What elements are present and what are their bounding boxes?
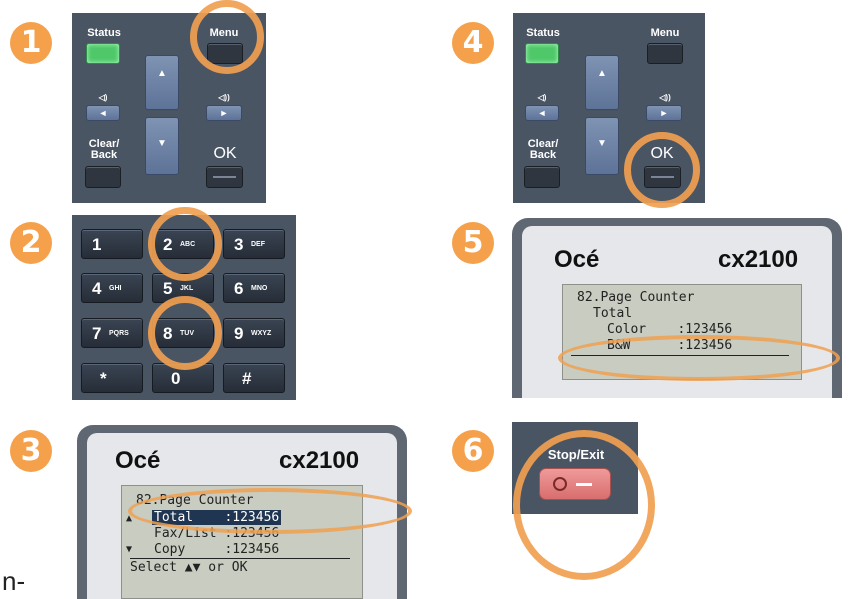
key-number: 9 <box>234 324 244 343</box>
lcd-line-title: 82.Page Counter <box>577 290 695 305</box>
key-number: * <box>100 369 107 388</box>
key-number: 1 <box>92 235 102 254</box>
status-button[interactable] <box>86 43 120 64</box>
step-2-badge: 2 <box>10 222 52 264</box>
key-star[interactable]: * <box>81 363 143 393</box>
clear-back-button[interactable] <box>524 166 560 188</box>
step-4-badge: 4 <box>452 22 494 64</box>
clear-back-button[interactable] <box>85 166 121 188</box>
left-button[interactable]: ◄ <box>525 105 559 121</box>
key-1[interactable]: 1 <box>81 229 143 259</box>
step-3-badge: 3 <box>10 430 52 472</box>
right-button[interactable]: ► <box>206 105 242 121</box>
lcd-line-total: Total <box>593 306 633 321</box>
key-number: 5 <box>163 279 173 298</box>
key-hash[interactable]: # <box>223 363 285 393</box>
key-number: 4 <box>92 279 102 298</box>
status-label: Status <box>526 27 560 39</box>
status-label: Status <box>87 27 121 39</box>
step-5-badge: 5 <box>452 222 494 264</box>
volume-down-icon: ◁) <box>537 93 547 102</box>
lcd-line-color: Color :123456 <box>607 322 733 337</box>
side-text: n- <box>2 566 26 596</box>
key-number: 7 <box>92 324 102 343</box>
key-3[interactable]: 3 DEF <box>223 229 285 259</box>
down-button[interactable]: ▼ <box>585 117 619 175</box>
up-button[interactable]: ▲ <box>145 55 179 110</box>
lcd-divider <box>130 558 350 559</box>
highlight-ring-ok <box>624 132 700 208</box>
key-letters: WXYZ <box>251 330 272 337</box>
volume-up-icon: ◁)) <box>659 93 671 102</box>
volume-down-icon: ◁) <box>98 93 108 102</box>
key-number: 3 <box>234 235 244 254</box>
brand-logo: Océ <box>115 447 161 474</box>
ok-indicator-line <box>213 176 236 178</box>
step-6-badge: 6 <box>452 430 494 472</box>
key-letters: DEF <box>251 241 265 248</box>
highlight-ring-key-2 <box>148 207 222 281</box>
volume-up-icon: ◁)) <box>218 93 230 102</box>
lcd-line-copy: Copy :123456 <box>154 542 280 557</box>
down-button[interactable]: ▼ <box>145 117 179 175</box>
status-button[interactable] <box>525 43 559 64</box>
highlight-ellipse-bw <box>558 335 840 381</box>
key-number: 6 <box>234 279 244 298</box>
lcd-line-hint: Select ▲▼ or OK <box>130 560 248 575</box>
key-number: # <box>242 369 252 388</box>
clear-back-label-line2: Back <box>529 149 557 161</box>
key-9[interactable]: 9 WXYZ <box>223 318 285 348</box>
highlight-ring-stop-exit <box>513 430 655 580</box>
lcd-down-indicator: ▼ <box>126 544 133 555</box>
key-7[interactable]: 7 PQRS <box>81 318 143 348</box>
up-button[interactable]: ▲ <box>585 55 619 110</box>
ok-button[interactable] <box>206 166 243 188</box>
ok-label: OK <box>213 145 237 162</box>
brand-logo: Océ <box>554 246 600 273</box>
clear-back-label-line2: Back <box>90 149 118 161</box>
right-button[interactable]: ► <box>646 105 682 121</box>
key-letters: MNO <box>251 285 268 292</box>
model-name: cx2100 <box>718 246 799 273</box>
key-letters: JKL <box>180 285 194 292</box>
highlight-ring-menu <box>190 0 264 74</box>
key-letters: GHI <box>109 285 122 292</box>
key-4[interactable]: 4 GHI <box>81 273 143 303</box>
key-letters: PQRS <box>109 330 129 337</box>
highlight-ring-key-8 <box>148 296 222 370</box>
key-6[interactable]: 6 MNO <box>223 273 285 303</box>
model-name: cx2100 <box>279 447 360 474</box>
highlight-ellipse-total <box>128 488 412 534</box>
key-number: 0 <box>171 369 181 388</box>
menu-label: Menu <box>650 27 680 39</box>
left-button[interactable]: ◄ <box>86 105 120 121</box>
step-1-badge: 1 <box>10 22 52 64</box>
menu-button[interactable] <box>647 43 683 64</box>
